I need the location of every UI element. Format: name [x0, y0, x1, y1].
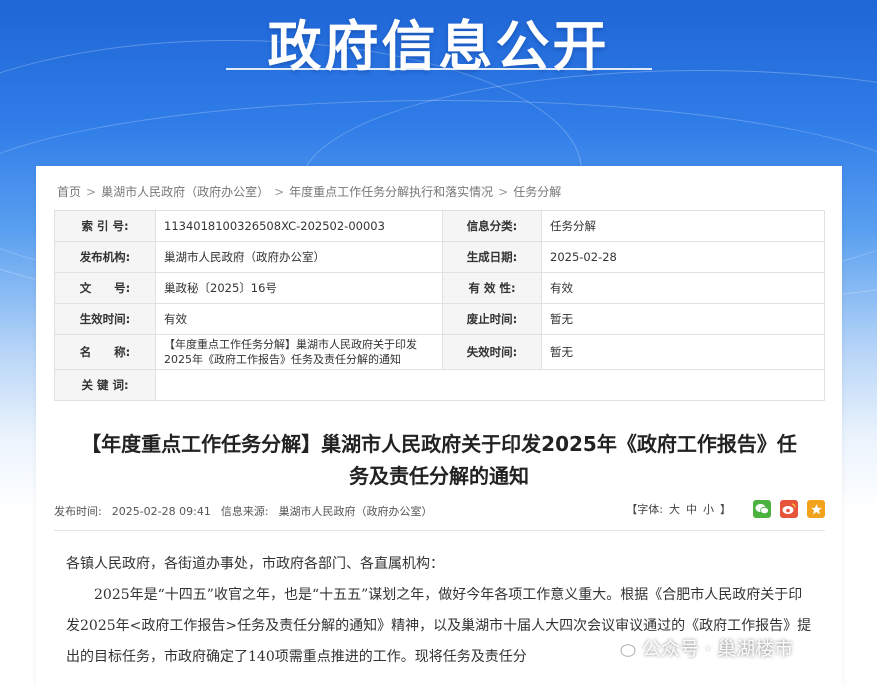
expire-time-label: 失效时间:: [442, 334, 542, 370]
watermark-text: 公众号 · 巢湖楼市: [642, 638, 794, 660]
publish-time-label: 发布时间:: [54, 505, 102, 518]
keyword-value: [155, 369, 825, 401]
publisher-label: 发布机构:: [54, 241, 156, 273]
font-size-label: 【字体:: [626, 503, 663, 516]
breadcrumb-task-breakdown[interactable]: 任务分解: [513, 185, 561, 199]
font-size-small-button[interactable]: 小: [703, 503, 714, 516]
effective-time-value: 有效: [155, 303, 443, 335]
repeal-time-label: 废止时间:: [442, 303, 542, 335]
index-label: 索 引 号:: [54, 210, 156, 242]
created-date-value: 2025-02-28: [541, 241, 825, 273]
breadcrumb-annual-tasks[interactable]: 年度重点工作任务分解执行和落实情况: [289, 185, 493, 199]
table-row: 文 号: 巢政秘〔2025〕16号 有 效 性: 有效: [54, 272, 825, 304]
expire-time-value: 暂无: [541, 334, 825, 370]
breadcrumb-separator: >: [498, 185, 509, 199]
table-row: 关 键 词:: [54, 369, 825, 401]
name-label: 名 称:: [54, 334, 156, 370]
wechat-logo-icon: [612, 638, 636, 658]
weibo-share-icon[interactable]: [780, 500, 798, 518]
breadcrumb-separator: >: [86, 185, 97, 199]
font-size-large-button[interactable]: 大: [669, 503, 680, 516]
index-value: 1134018100326508XC-202502-00003: [155, 210, 443, 242]
banner-underline: [226, 68, 652, 70]
font-size-close: 】: [720, 503, 731, 516]
document-metadata-table: 索 引 号: 1134018100326508XC-202502-00003 信…: [54, 210, 825, 401]
source-label: 信息来源:: [220, 505, 269, 518]
font-size-switcher: 【字体: 大中小】: [623, 501, 734, 517]
article-info-bar: 发布时间: 2025-02-28 09:41 信息来源: 巢湖市人民政府（政府办公室）…: [54, 500, 825, 520]
wechat-share-icon[interactable]: [753, 500, 771, 518]
body-paragraph: 各镇人民政府，各街道办事处，市政府各部门、各直属机构：: [66, 556, 444, 572]
table-row: 名 称: 【年度重点工作任务分解】巢湖市人民政府关于印发2025年《政府工作报告…: [54, 334, 825, 370]
watermark: 公众号 · 巢湖楼市: [612, 634, 793, 661]
table-row: 发布机构: 巢湖市人民政府（政府办公室） 生成日期: 2025-02-28: [54, 241, 825, 273]
source-value: 巢湖市人民政府（政府办公室）: [278, 505, 433, 518]
table-row: 生效时间: 有效 废止时间: 暂无: [54, 303, 825, 335]
divider: [54, 530, 825, 531]
publish-time-value: 2025-02-28 09:41: [111, 505, 211, 518]
keyword-label: 关 键 词:: [54, 369, 156, 401]
font-size-medium-button[interactable]: 中: [686, 503, 697, 516]
document-number-value: 巢政秘〔2025〕16号: [155, 272, 443, 304]
article-title: 【年度重点工作任务分解】巢湖市人民政府关于印发2025年《政府工作报告》任务及责…: [81, 432, 797, 488]
validity-value: 有效: [541, 272, 825, 304]
breadcrumb-government[interactable]: 巢湖市人民政府（政府办公室）: [101, 185, 269, 199]
breadcrumb-home[interactable]: 首页: [57, 185, 81, 199]
publisher-value: 巢湖市人民政府（政府办公室）: [155, 241, 443, 273]
article-tools: 【字体: 大中小】: [623, 500, 825, 518]
category-label: 信息分类:: [442, 210, 542, 242]
content-card: 首页 > 巢湖市人民政府（政府办公室） > 年度重点工作任务分解执行和落实情况 > 任务分解…: [36, 166, 842, 686]
category-value: 任务分解: [541, 210, 825, 242]
repeal-time-value: 暂无: [541, 303, 825, 335]
effective-time-label: 生效时间:: [54, 303, 156, 335]
breadcrumb-separator: >: [274, 185, 285, 199]
document-number-label: 文 号:: [54, 272, 156, 304]
created-date-label: 生成日期:: [442, 241, 542, 273]
favorite-star-icon[interactable]: [807, 500, 825, 518]
validity-label: 有 效 性:: [442, 272, 542, 304]
table-row: 索 引 号: 1134018100326508XC-202502-00003 信…: [54, 210, 825, 242]
breadcrumb: 首页 > 巢湖市人民政府（政府办公室） > 年度重点工作任务分解执行和落实情况 > 任务分解: [57, 183, 561, 200]
article-meta: 发布时间: 2025-02-28 09:41 信息来源: 巢湖市人民政府（政府办公室）: [54, 503, 443, 519]
name-value: 【年度重点工作任务分解】巢湖市人民政府关于印发2025年《政府工作报告》任务及责…: [155, 334, 443, 370]
